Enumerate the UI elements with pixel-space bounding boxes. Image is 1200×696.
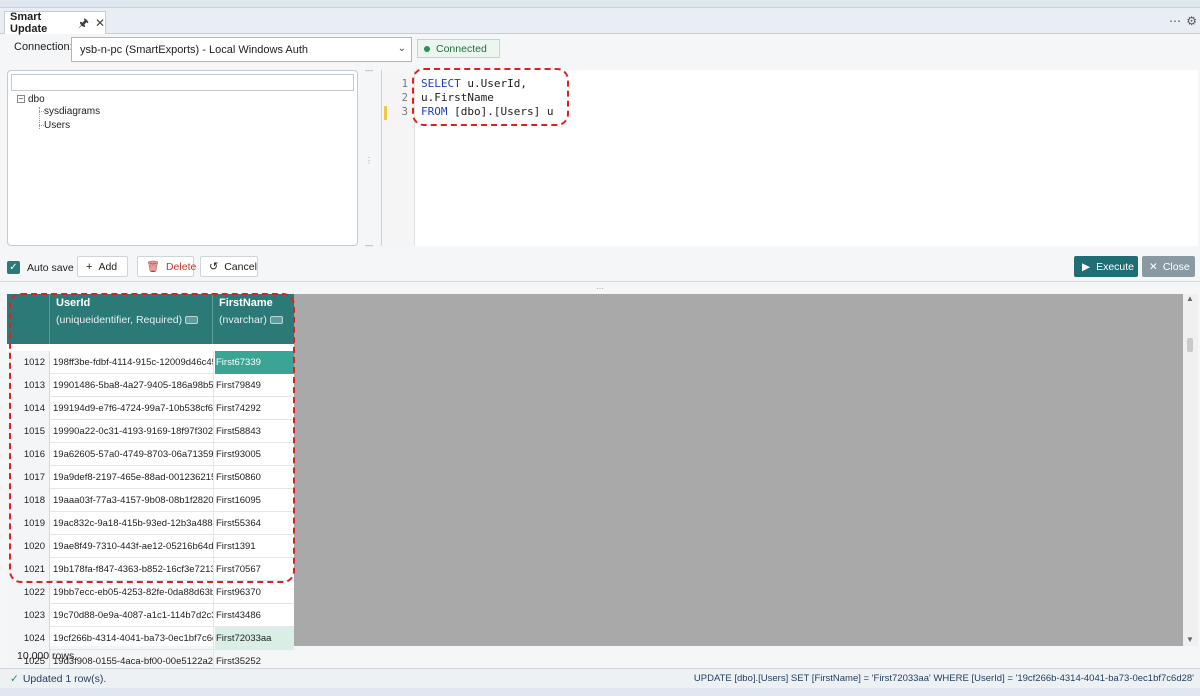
bottom-strip xyxy=(0,688,1200,696)
cell-userid[interactable]: 19c70d88-0e9a-4087-a1c1-114b7d2c3... xyxy=(51,604,214,627)
row-number[interactable]: 1022 xyxy=(7,581,50,604)
status-message-text: Updated 1 row(s). xyxy=(22,673,107,685)
gear-icon[interactable]: ⚙ xyxy=(1186,14,1197,28)
tree-node-label: Users xyxy=(44,120,71,131)
pin-icon[interactable]: 🖈 xyxy=(78,17,89,29)
more-icon[interactable]: ⋯ xyxy=(1169,14,1182,28)
tab-smart-update[interactable]: Smart Update 🖈 ✕ xyxy=(4,11,106,35)
close-icon: ✕ xyxy=(1149,260,1158,273)
row-count: 10,000 rows xyxy=(17,650,75,662)
tree-node-sysdiagrams[interactable]: sysdiagrams xyxy=(44,106,100,117)
smart-update-window: Smart Update 🖈 ✕ ⋯ ⚙ Connection: ysb-n-p… xyxy=(0,0,1200,696)
plus-icon: + xyxy=(86,260,93,273)
close-button[interactable]: ✕ Close xyxy=(1142,256,1195,277)
tree-node-users[interactable]: Users xyxy=(44,120,70,131)
tab-title: Smart Update xyxy=(10,11,48,35)
cancel-label: Cancel xyxy=(224,260,257,273)
line-number: 1 xyxy=(401,78,408,90)
play-icon: ▶ xyxy=(1082,260,1091,273)
collapse-icon[interactable]: − xyxy=(17,95,25,104)
status-message: ✓ Updated 1 row(s). xyxy=(10,673,106,685)
tree-node-label: dbo xyxy=(28,94,45,105)
schema-tree: − dbo sysdiagrams Users xyxy=(7,70,358,246)
cancel-button[interactable]: ↺ Cancel xyxy=(200,256,258,277)
execute-label: Execute xyxy=(1096,260,1135,273)
scroll-thumb[interactable] xyxy=(1187,338,1193,352)
title-strip xyxy=(0,0,1200,8)
execute-button[interactable]: ▶ Execute xyxy=(1074,256,1138,277)
executed-sql: UPDATE [dbo].[Users] SET [FirstName] = '… xyxy=(693,673,1194,684)
table-row[interactable]: 1022 19bb7ecc-eb05-4253-82fe-0da88d63b...… xyxy=(7,581,294,604)
line-gutter: 1 2 3 xyxy=(382,70,415,246)
delete-label: Delete xyxy=(165,260,197,273)
connection-value: ysb-n-pc (SmartExports) - Local Windows … xyxy=(80,43,309,56)
row-number[interactable]: 1024 xyxy=(7,627,50,650)
cell-userid[interactable]: 19bb7ecc-eb05-4253-82fe-0da88d63b... xyxy=(51,581,214,604)
sql-highlight-outline xyxy=(412,68,569,126)
change-marker xyxy=(384,106,387,120)
tree-search-input[interactable] xyxy=(11,74,354,91)
delete-button[interactable]: 🗑 Delete xyxy=(137,256,197,277)
cell-firstname[interactable]: First72033aa xyxy=(215,627,294,650)
vertical-splitter[interactable]: — ⋮ — xyxy=(363,66,377,250)
grid-scrollbar[interactable]: ▲ ▼ xyxy=(1183,294,1198,646)
add-label: Add xyxy=(98,260,118,273)
grid-highlight-outline xyxy=(9,293,295,583)
add-button[interactable]: + Add xyxy=(77,256,128,277)
undo-icon: ↺ xyxy=(209,261,219,273)
table-row[interactable]: 1023 19c70d88-0e9a-4087-a1c1-114b7d2c3...… xyxy=(7,604,294,627)
chevron-down-icon: ⌄ xyxy=(397,43,406,54)
check-icon: ✓ xyxy=(10,673,19,685)
close-label: Close xyxy=(1162,260,1190,273)
close-icon[interactable]: ✕ xyxy=(95,17,105,29)
connection-status-badge: Connected xyxy=(417,39,500,58)
status-bar: ✓ Updated 1 row(s). UPDATE [dbo].[Users] … xyxy=(0,668,1200,688)
tree-node-dbo[interactable]: − dbo xyxy=(17,94,45,105)
scroll-down-icon[interactable]: ▼ xyxy=(1186,635,1194,644)
autosave-label: Auto save xyxy=(27,262,74,274)
connection-label: Connection: xyxy=(14,41,73,53)
tree-node-label: sysdiagrams xyxy=(44,106,101,117)
row-number[interactable]: 1023 xyxy=(7,604,50,627)
scroll-up-icon[interactable]: ▲ xyxy=(1186,294,1194,303)
connection-select[interactable]: ysb-n-pc (SmartExports) - Local Windows … xyxy=(71,37,412,62)
connection-status-text: Connected xyxy=(436,42,487,55)
line-number: 2 xyxy=(401,92,408,104)
table-row[interactable]: 1024 19cf266b-4314-4041-ba73-0ec1bf7c6d..… xyxy=(7,627,294,650)
autosave-checkbox[interactable]: ✓ xyxy=(7,261,20,274)
cell-userid[interactable]: 19cf266b-4314-4041-ba73-0ec1bf7c6d... xyxy=(51,627,214,650)
trash-icon: 🗑 xyxy=(146,261,160,273)
status-dot-icon xyxy=(424,45,430,52)
cell-firstname[interactable]: First43486 xyxy=(215,604,294,627)
tab-bar: Smart Update 🖈 ✕ ⋯ ⚙ xyxy=(0,8,1200,35)
cell-firstname[interactable]: First96370 xyxy=(215,581,294,604)
